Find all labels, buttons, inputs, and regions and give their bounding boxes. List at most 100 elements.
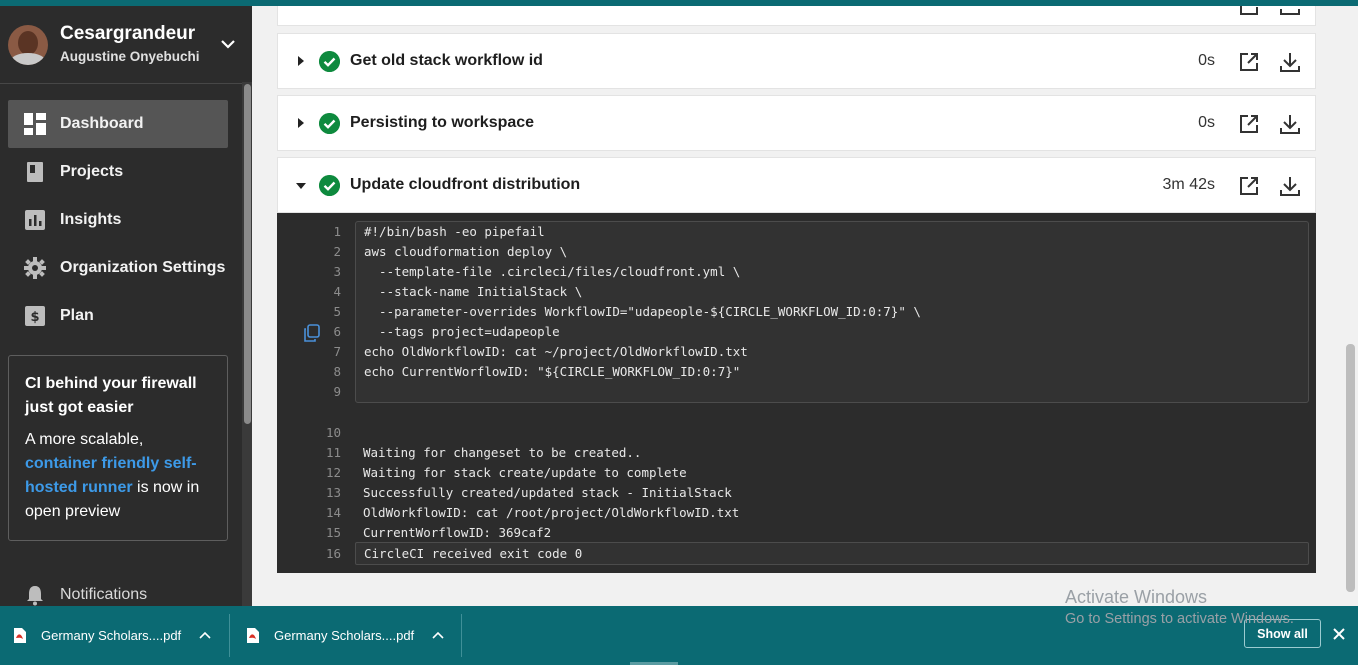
line-number: 5 [333, 304, 341, 319]
user-name: Augustine Onyebuchi [60, 49, 200, 64]
step-title: Update cloudfront distribution [350, 176, 581, 193]
sidebar-item-plan[interactable]: $ Plan [8, 292, 228, 340]
external-link-icon[interactable] [1238, 6, 1260, 17]
download-filename: Germany Scholars....pdf [274, 628, 415, 643]
promo-text-start: A more scalable, [25, 431, 144, 448]
step-row-previous[interactable] [277, 6, 1316, 26]
terminal-line: --tags project=udapeople [364, 324, 560, 339]
line-number: 16 [325, 546, 341, 561]
sidebar-item-notifications[interactable]: Notifications [24, 584, 147, 606]
terminal-line: Successfully created/updated stack - Ini… [363, 485, 732, 500]
success-check-icon [319, 175, 340, 196]
line-number: 4 [333, 284, 341, 299]
success-check-icon [319, 113, 340, 134]
download-separator [229, 614, 230, 657]
download-item[interactable]: Germany Scholars....pdf [246, 606, 444, 665]
external-link-icon[interactable] [1238, 175, 1260, 197]
svg-text:$: $ [30, 310, 39, 325]
line-number: 15 [325, 525, 341, 540]
sidebar-nav: Dashboard Projects Insights Organization… [8, 100, 228, 340]
sidebar-item-label: Projects [60, 163, 124, 180]
line-number: 12 [325, 465, 341, 480]
line-number: 10 [325, 425, 341, 440]
terminal-line: OldWorkflowID: cat /root/project/OldWork… [363, 505, 740, 520]
terminal-line: #!/bin/bash -eo pipefail [364, 224, 545, 239]
step-row-expanded[interactable]: Update cloudfront distribution 3m 42s [277, 157, 1316, 213]
step-title: Get old stack workflow id [350, 52, 543, 69]
dollar-icon: $ [24, 305, 46, 327]
sidebar-item-insights[interactable]: Insights [8, 196, 228, 244]
sidebar: Cesargrandeur Augustine Onyebuchi Dashbo… [0, 6, 252, 606]
promo-body: A more scalable, container friendly self… [25, 428, 217, 524]
terminal-line: --stack-name InitialStack \ [364, 284, 583, 299]
download-icon[interactable] [1278, 6, 1302, 17]
line-number: 11 [325, 445, 341, 460]
line-number: 1 [333, 224, 341, 239]
terminal-line: --template-file .circleci/files/cloudfro… [364, 264, 741, 279]
download-icon[interactable] [1278, 174, 1302, 198]
line-number: 8 [333, 364, 341, 379]
step-duration: 0s [1198, 52, 1215, 69]
main-scrollbar-thumb[interactable] [1346, 344, 1355, 592]
step-duration: 0s [1198, 114, 1215, 131]
sidebar-item-label: Dashboard [60, 115, 144, 132]
promo-title: CI behind your firewall just got easier [25, 375, 197, 416]
org-switcher[interactable]: Cesargrandeur Augustine Onyebuchi [0, 6, 252, 84]
download-item[interactable]: Germany Scholars....pdf [13, 606, 211, 665]
step-row[interactable]: Persisting to workspace 0s [277, 95, 1316, 151]
expand-caret-icon[interactable] [298, 56, 304, 66]
sidebar-item-dashboard[interactable]: Dashboard [8, 100, 228, 148]
job-steps-panel: Get old stack workflow id 0s Persisting … [252, 6, 1358, 606]
insights-icon [24, 209, 46, 231]
download-separator [461, 614, 462, 657]
line-number: 6 [333, 324, 341, 339]
org-name: Cesargrandeur [60, 23, 196, 44]
line-number: 14 [325, 505, 341, 520]
sidebar-item-projects[interactable]: Projects [8, 148, 228, 196]
success-check-icon [319, 51, 340, 72]
sidebar-item-label: Notifications [60, 586, 148, 603]
dashboard-icon [24, 113, 46, 135]
activate-windows-subtitle: Go to Settings to activate Windows. [1065, 611, 1294, 627]
terminal-line: --parameter-overrides WorkflowID="udapeo… [364, 304, 921, 319]
sidebar-scrollbar-thumb[interactable] [244, 84, 251, 424]
download-filename: Germany Scholars....pdf [41, 628, 182, 643]
download-icon[interactable] [1278, 112, 1302, 136]
pdf-file-icon [247, 628, 259, 643]
step-title: Persisting to workspace [350, 114, 535, 131]
projects-icon [24, 161, 46, 183]
step-duration: 3m 42s [1162, 176, 1215, 193]
sidebar-item-label: Plan [60, 307, 94, 324]
chevron-up-icon[interactable] [199, 630, 211, 642]
exit-code-line: CircleCI received exit code 0 [364, 546, 583, 561]
step-output-terminal[interactable]: 1 #!/bin/bash -eo pipefail 2 aws cloudfo… [277, 213, 1316, 573]
line-number: 7 [333, 344, 341, 359]
sidebar-item-label: Organization Settings [60, 259, 226, 276]
runner-promo-card: CI behind your firewall just got easier … [8, 355, 228, 541]
line-number: 13 [325, 485, 341, 500]
gear-icon [24, 257, 46, 279]
step-row[interactable]: Get old stack workflow id 0s [277, 33, 1316, 89]
line-number: 9 [333, 384, 341, 399]
terminal-line: echo OldWorkflowID: cat ~/project/OldWor… [364, 344, 748, 359]
expand-caret-icon[interactable] [298, 118, 304, 128]
external-link-icon[interactable] [1238, 51, 1260, 73]
activate-windows-title: Activate Windows [1065, 587, 1208, 607]
collapse-caret-icon[interactable] [296, 183, 306, 189]
terminal-line: echo CurrentWorflowID: "${CIRCLE_WORKFLO… [364, 364, 741, 379]
chevron-down-icon[interactable] [220, 36, 236, 52]
avatar [8, 25, 48, 65]
bell-icon [27, 586, 43, 606]
external-link-icon[interactable] [1238, 113, 1260, 135]
line-number: 3 [333, 264, 341, 279]
pdf-file-icon [14, 628, 26, 643]
terminal-line: Waiting for changeset to be created.. [363, 445, 642, 460]
terminal-line: aws cloudformation deploy \ [364, 244, 568, 259]
sidebar-item-label: Insights [60, 211, 122, 228]
close-icon[interactable] [1332, 627, 1346, 641]
download-icon[interactable] [1278, 50, 1302, 74]
sidebar-item-organization-settings[interactable]: Organization Settings [8, 244, 228, 292]
terminal-line: Waiting for stack create/update to compl… [363, 465, 687, 480]
line-number: 2 [333, 244, 341, 259]
chevron-up-icon[interactable] [432, 630, 444, 642]
